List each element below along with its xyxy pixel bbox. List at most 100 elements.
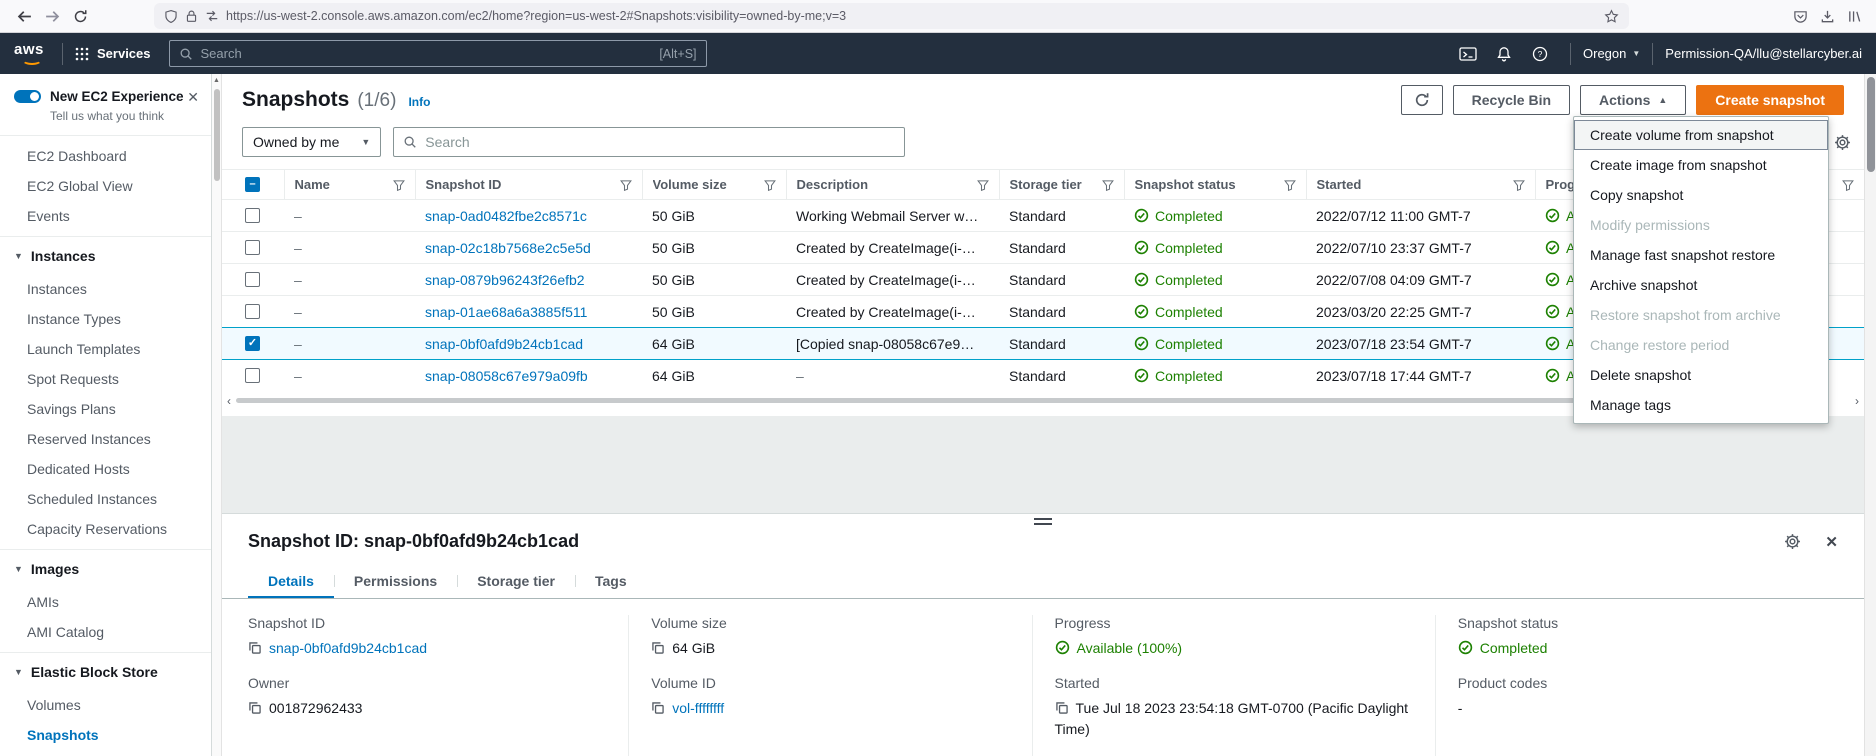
menu-item-archive-snapshot[interactable]: Archive snapshot — [1574, 270, 1828, 300]
tab-storage-tier[interactable]: Storage tier — [457, 564, 575, 598]
row-checkbox[interactable] — [245, 208, 260, 223]
sidebar-item-instance-types[interactable]: Instance Types — [0, 304, 211, 334]
aws-logo[interactable]: aws — [14, 41, 50, 67]
recycle-bin-button[interactable]: Recycle Bin — [1453, 85, 1570, 115]
filter-funnel-icon[interactable] — [977, 179, 989, 191]
sidebar-section-elastic-block-store[interactable]: ▼Elastic Block Store — [0, 652, 211, 690]
sidebar-item-volumes[interactable]: Volumes — [0, 690, 211, 720]
downloads-icon[interactable] — [1820, 9, 1835, 24]
info-link[interactable]: Info — [408, 95, 430, 109]
scroll-left-icon[interactable]: ‹ — [227, 395, 231, 407]
sidebar-item-launch-templates[interactable]: Launch Templates — [0, 334, 211, 364]
snapshot-id-link[interactable]: snap-02c18b7568e2c5e5d — [415, 232, 642, 264]
sidebar-scrollbar[interactable]: ▲ — [212, 74, 222, 756]
sidebar-section-instances[interactable]: ▼Instances — [0, 236, 211, 274]
page-scrollbar[interactable] — [1864, 74, 1876, 756]
copy-icon[interactable] — [248, 701, 262, 715]
cloudshell-button[interactable] — [1450, 39, 1486, 69]
notifications-button[interactable] — [1486, 39, 1522, 69]
row-checkbox[interactable] — [245, 272, 260, 287]
site-permissions-icon[interactable] — [205, 9, 219, 23]
region-selector[interactable]: Oregon ▼ — [1583, 46, 1640, 61]
snapshot-id-link[interactable]: snap-0ad0482fbe2c8571c — [415, 200, 642, 232]
bookmark-star-icon[interactable] — [1604, 9, 1619, 24]
scrollbar-thumb[interactable] — [236, 398, 1785, 403]
sidebar-item-instances[interactable]: Instances — [0, 274, 211, 304]
menu-item-create-image-from-snapshot[interactable]: Create image from snapshot — [1574, 150, 1828, 180]
panel-close-icon[interactable]: ✕ — [1825, 533, 1838, 551]
new-experience-toggle[interactable] — [14, 90, 41, 103]
column-header-description[interactable]: Description — [786, 170, 999, 200]
sidebar-item-savings-plans[interactable]: Savings Plans — [0, 394, 211, 424]
row-checkbox[interactable] — [245, 240, 260, 255]
filter-funnel-icon[interactable] — [620, 179, 632, 191]
column-header-started[interactable]: Started — [1306, 170, 1535, 200]
account-menu[interactable]: Permission-QA/llu@stellarcyber.ai — [1665, 46, 1862, 61]
copy-icon[interactable] — [248, 641, 262, 655]
table-search-input[interactable]: Search — [393, 127, 905, 157]
console-search-input[interactable]: Search [Alt+S] — [169, 40, 707, 67]
sidebar-item-ami-catalog[interactable]: AMI Catalog — [0, 617, 211, 647]
sidebar-section-images[interactable]: ▼Images — [0, 549, 211, 587]
copy-icon[interactable] — [651, 641, 665, 655]
menu-item-create-volume-from-snapshot[interactable]: Create volume from snapshot — [1574, 120, 1828, 150]
sidebar-item-dedicated-hosts[interactable]: Dedicated Hosts — [0, 454, 211, 484]
tab-tags[interactable]: Tags — [575, 564, 647, 598]
row-checkbox[interactable]: ✓ — [245, 336, 260, 351]
menu-item-delete-snapshot[interactable]: Delete snapshot — [1574, 360, 1828, 390]
sidebar-item-spot-requests[interactable]: Spot Requests — [0, 364, 211, 394]
volume-id-value[interactable]: vol-ffffffff — [672, 700, 724, 716]
sidebar-item-ec2-dashboard[interactable]: EC2 Dashboard — [0, 141, 211, 171]
filter-funnel-icon[interactable] — [764, 179, 776, 191]
filter-funnel-icon[interactable] — [1284, 179, 1296, 191]
column-header-volume-size[interactable]: Volume size — [642, 170, 786, 200]
create-snapshot-button[interactable]: Create snapshot — [1696, 85, 1844, 115]
forward-button[interactable] — [38, 3, 66, 29]
row-checkbox[interactable] — [245, 368, 260, 383]
column-header-snapshot-status[interactable]: Snapshot status — [1124, 170, 1306, 200]
sidebar-item-ec2-global-view[interactable]: EC2 Global View — [0, 171, 211, 201]
owned-by-filter[interactable]: Owned by me ▼ — [242, 127, 381, 157]
tracking-protection-shield-icon[interactable] — [164, 9, 178, 24]
help-button[interactable]: ? — [1522, 39, 1558, 69]
copy-icon[interactable] — [1055, 701, 1069, 715]
url-bar[interactable]: https://us-west-2.console.aws.amazon.com… — [154, 3, 1629, 29]
sidebar-item-amis[interactable]: AMIs — [0, 587, 211, 617]
snapshot-id-link[interactable]: snap-08058c67e979a09fb — [415, 360, 642, 392]
menu-item-copy-snapshot[interactable]: Copy snapshot — [1574, 180, 1828, 210]
services-menu[interactable]: Services — [75, 46, 151, 61]
column-header-snapshot-id[interactable]: Snapshot ID — [415, 170, 642, 200]
copy-icon[interactable] — [651, 701, 665, 715]
sidebar-item-reserved-instances[interactable]: Reserved Instances — [0, 424, 211, 454]
column-header-storage-tier[interactable]: Storage tier — [999, 170, 1124, 200]
actions-button[interactable]: Actions ▲ — [1580, 85, 1686, 115]
tab-details[interactable]: Details — [248, 564, 334, 598]
reload-button[interactable] — [66, 3, 94, 29]
column-header-name[interactable]: Name — [284, 170, 415, 200]
scrollbar-thumb[interactable] — [1867, 77, 1875, 172]
filter-funnel-icon[interactable] — [1842, 179, 1854, 191]
back-button[interactable] — [10, 3, 38, 29]
pocket-icon[interactable] — [1793, 9, 1808, 24]
select-all-checkbox[interactable]: – — [245, 177, 260, 192]
tab-permissions[interactable]: Permissions — [334, 564, 457, 598]
refresh-button[interactable] — [1401, 85, 1443, 115]
sidebar-item-scheduled-instances[interactable]: Scheduled Instances — [0, 484, 211, 514]
lock-icon[interactable] — [185, 9, 198, 23]
filter-funnel-icon[interactable] — [1102, 179, 1114, 191]
sidebar-item-snapshots[interactable]: Snapshots — [0, 720, 211, 750]
table-preferences-button[interactable] — [1834, 134, 1851, 151]
scroll-up-icon[interactable]: ▲ — [212, 74, 221, 84]
banner-close-icon[interactable]: ✕ — [187, 89, 199, 106]
snapshot-id-link[interactable]: snap-0bf0afd9b24cb1cad — [415, 328, 642, 360]
panel-settings-gear-icon[interactable] — [1784, 533, 1801, 550]
snapshot-id-link[interactable]: snap-01ae68a6a3885f511 — [415, 296, 642, 328]
library-icon[interactable] — [1847, 9, 1862, 24]
filter-funnel-icon[interactable] — [1513, 179, 1525, 191]
row-checkbox[interactable] — [245, 304, 260, 319]
menu-item-manage-fast-snapshot-restore[interactable]: Manage fast snapshot restore — [1574, 240, 1828, 270]
filter-funnel-icon[interactable] — [393, 179, 405, 191]
sidebar-item-capacity-reservations[interactable]: Capacity Reservations — [0, 514, 211, 544]
scrollbar-thumb[interactable] — [214, 89, 220, 181]
panel-resize-handle[interactable] — [1034, 518, 1052, 525]
